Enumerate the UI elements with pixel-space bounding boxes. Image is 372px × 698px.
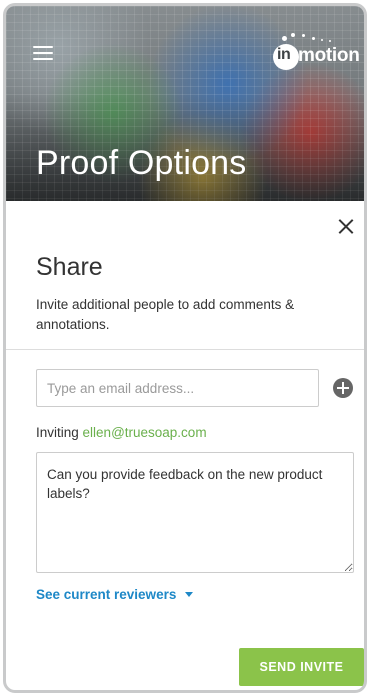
header-banner: in motion Proof Options — [6, 6, 364, 201]
message-textarea[interactable]: Can you provide feedback on the new prod… — [36, 452, 354, 573]
send-invite-button[interactable]: SEND INVITE — [239, 648, 364, 686]
see-reviewers-toggle[interactable]: See current reviewers — [36, 587, 194, 602]
caret-down-icon — [185, 592, 194, 597]
share-description: Invite additional people to add comments… — [36, 297, 295, 332]
inviting-email: ellen@truesoap.com — [82, 425, 207, 440]
share-heading: Share — [36, 253, 103, 281]
inmotion-logo: in motion — [271, 30, 363, 70]
plus-circle-icon[interactable] — [333, 378, 353, 398]
section-divider — [6, 349, 364, 350]
page-title: Proof Options — [36, 144, 247, 182]
inviting-line: Inviting ellen@truesoap.com — [36, 425, 207, 440]
menu-icon[interactable] — [33, 46, 53, 60]
inviting-label: Inviting — [36, 425, 79, 440]
app-frame: in motion Proof Options Share Invite add… — [3, 3, 367, 693]
email-input[interactable] — [36, 369, 319, 407]
see-reviewers-label: See current reviewers — [36, 587, 177, 602]
close-icon[interactable] — [336, 216, 356, 236]
